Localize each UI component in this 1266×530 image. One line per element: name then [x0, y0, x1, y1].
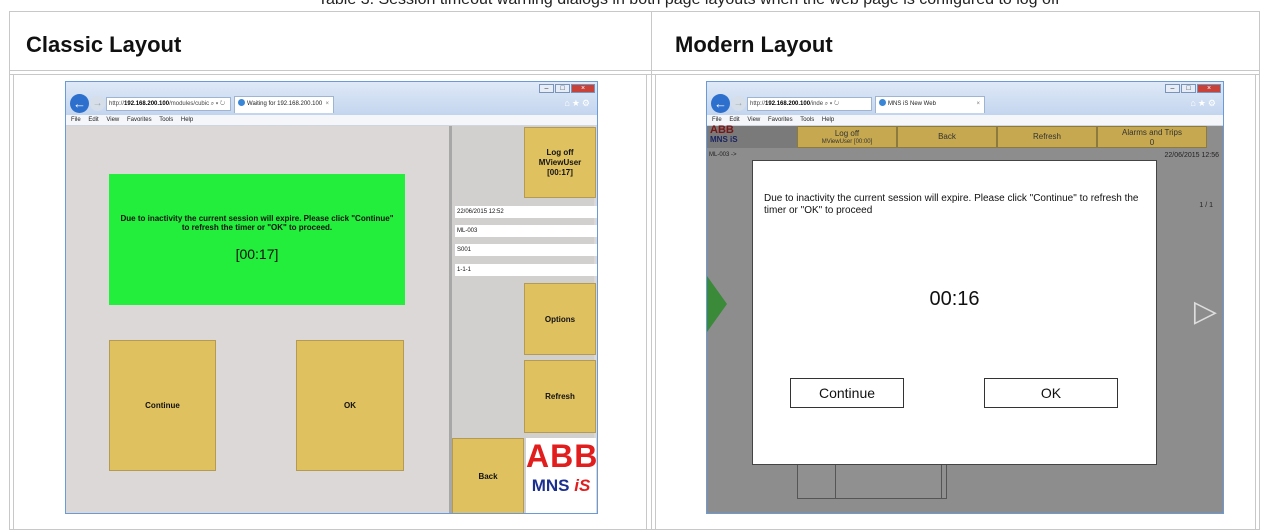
- abb-logo-text: ABB: [710, 124, 734, 136]
- menu-favorites[interactable]: Favorites: [127, 117, 152, 123]
- abb-logo-text: ABB: [526, 438, 598, 474]
- device-field: ML-003: [455, 225, 597, 237]
- options-button[interactable]: Options: [524, 283, 596, 355]
- browser-menubar: File Edit View Favorites Tools Help: [66, 115, 597, 126]
- alarms-and-trips-button[interactable]: Alarms and Trips 0: [1097, 126, 1207, 148]
- modern-app-area: ABB MNS iS Log off MViewUser [00:00] Bac…: [707, 124, 1223, 513]
- cell-border: [13, 74, 14, 530]
- modern-layout-header: Modern Layout: [675, 32, 833, 57]
- menu-help[interactable]: Help: [181, 117, 193, 123]
- timeout-message: Due to inactivity the current session wi…: [120, 214, 394, 232]
- browser-tab[interactable]: MNS iS New Web ×: [875, 96, 985, 113]
- timeout-countdown: 00:16: [929, 288, 980, 310]
- timeout-warning-panel: Due to inactivity the current session wi…: [109, 174, 405, 305]
- tab-close-icon[interactable]: ×: [976, 97, 980, 112]
- browser-menubar: File Edit View Favorites Tools Help: [707, 115, 1223, 126]
- menu-tools[interactable]: Tools: [800, 117, 814, 123]
- intro-text: Table 3. Session timeout warning dialogs…: [318, 0, 1060, 9]
- classic-app-area: Due to inactivity the current session wi…: [66, 126, 597, 513]
- menu-view[interactable]: View: [747, 117, 760, 123]
- menu-view[interactable]: View: [106, 117, 119, 123]
- intro-text-fragment: Table 3. Session timeout warning dialogs…: [0, 0, 1266, 10]
- menu-file[interactable]: File: [71, 117, 81, 123]
- window-controls: – □ ×: [1164, 84, 1221, 93]
- menu-help[interactable]: Help: [822, 117, 834, 123]
- session-timeout-dialog: Due to inactivity the current session wi…: [752, 160, 1157, 465]
- next-page-arrow-icon[interactable]: ▷: [1194, 294, 1217, 329]
- forward-arrow-icon[interactable]: →: [731, 96, 746, 111]
- maximize-icon[interactable]: □: [555, 84, 570, 93]
- section-field: S001: [455, 244, 597, 256]
- continue-button[interactable]: Continue: [109, 340, 216, 471]
- address-tools-icons[interactable]: ⌕ ▾ ↻: [211, 101, 225, 107]
- browser-titlebar: ← → http://192.168.200.100/modules/cubic…: [66, 82, 597, 115]
- alarms-count: 0: [1149, 138, 1155, 147]
- modern-browser-window: ← → http://192.168.200.100/inde ⌕ ▾ ↻ MN…: [706, 81, 1224, 514]
- back-arrow-icon[interactable]: ←: [711, 94, 730, 113]
- menu-file[interactable]: File: [712, 117, 722, 123]
- column-divider: [651, 11, 652, 530]
- menu-edit[interactable]: Edit: [88, 117, 98, 123]
- cell-border: [655, 74, 656, 530]
- cell-border: [1255, 74, 1256, 530]
- home-favorites-settings-icons[interactable]: ⌂★⚙: [1190, 98, 1218, 109]
- menu-favorites[interactable]: Favorites: [768, 117, 793, 123]
- page-counter: 1 / 1: [1199, 202, 1213, 209]
- address-bar[interactable]: http://192.168.200.100/inde ⌕ ▾ ↻: [747, 97, 872, 111]
- ok-button[interactable]: OK: [296, 340, 404, 471]
- datetime-field: 22/06/2015 12:52: [455, 206, 597, 218]
- minimize-icon[interactable]: –: [1165, 84, 1180, 93]
- continue-button[interactable]: Continue: [790, 378, 904, 408]
- refresh-button[interactable]: Refresh: [524, 360, 596, 433]
- tab-close-icon[interactable]: ×: [325, 97, 329, 112]
- minimize-icon[interactable]: –: [539, 84, 554, 93]
- datetime-label: 22/06/2015 12:56: [1164, 152, 1220, 159]
- address-tools-icons[interactable]: ⌕ ▾ ↻: [825, 101, 839, 107]
- browser-titlebar: ← → http://192.168.200.100/inde ⌕ ▾ ↻ MN…: [707, 82, 1223, 115]
- logoff-button[interactable]: Log off MViewUser [00:17]: [524, 127, 596, 198]
- breadcrumb: ML-003 ->: [709, 152, 737, 158]
- close-window-icon[interactable]: ×: [571, 84, 595, 93]
- window-controls: – □ ×: [538, 84, 595, 93]
- mns-is-logo-text: MNS iS: [710, 135, 738, 144]
- position-field: 1-1-1: [455, 264, 597, 276]
- maximize-icon[interactable]: □: [1181, 84, 1196, 93]
- home-favorites-settings-icons[interactable]: ⌂★⚙: [564, 98, 592, 109]
- mns-is-logo-text: MNS iS: [531, 476, 591, 495]
- back-arrow-icon[interactable]: ←: [70, 94, 89, 113]
- abb-mns-logo: ABB MNS iS: [707, 124, 797, 148]
- cell-border: [646, 74, 647, 530]
- classic-layout-header: Classic Layout: [26, 32, 182, 57]
- forward-arrow-icon[interactable]: →: [90, 96, 105, 111]
- timeout-message: Due to inactivity the current session wi…: [764, 193, 1139, 216]
- previous-page-arrow-icon[interactable]: [707, 276, 727, 332]
- ie-tab-icon: [879, 99, 886, 106]
- address-bar[interactable]: http://192.168.200.100/modules/cubic ⌕ ▾…: [106, 97, 231, 111]
- header-divider-2: [9, 74, 1260, 75]
- abb-mns-logo: ABB MNS iS: [526, 438, 598, 513]
- ie-tab-icon: [238, 99, 245, 106]
- refresh-button[interactable]: Refresh: [997, 126, 1097, 148]
- close-window-icon[interactable]: ×: [1197, 84, 1221, 93]
- logoff-button[interactable]: Log off MViewUser [00:00]: [797, 126, 897, 148]
- classic-browser-window: ← → http://192.168.200.100/modules/cubic…: [65, 81, 598, 514]
- timeout-countdown: [00:17]: [235, 246, 279, 262]
- menu-tools[interactable]: Tools: [159, 117, 173, 123]
- classic-sidebar: Log off MViewUser [00:17] 22/06/2015 12:…: [449, 126, 598, 513]
- ok-button[interactable]: OK: [984, 378, 1118, 408]
- menu-edit[interactable]: Edit: [729, 117, 739, 123]
- browser-tab[interactable]: Waiting for 192.168.200.100 ×: [234, 96, 334, 113]
- back-button[interactable]: Back: [897, 126, 997, 148]
- header-divider: [9, 70, 1260, 71]
- back-button[interactable]: Back: [452, 438, 524, 513]
